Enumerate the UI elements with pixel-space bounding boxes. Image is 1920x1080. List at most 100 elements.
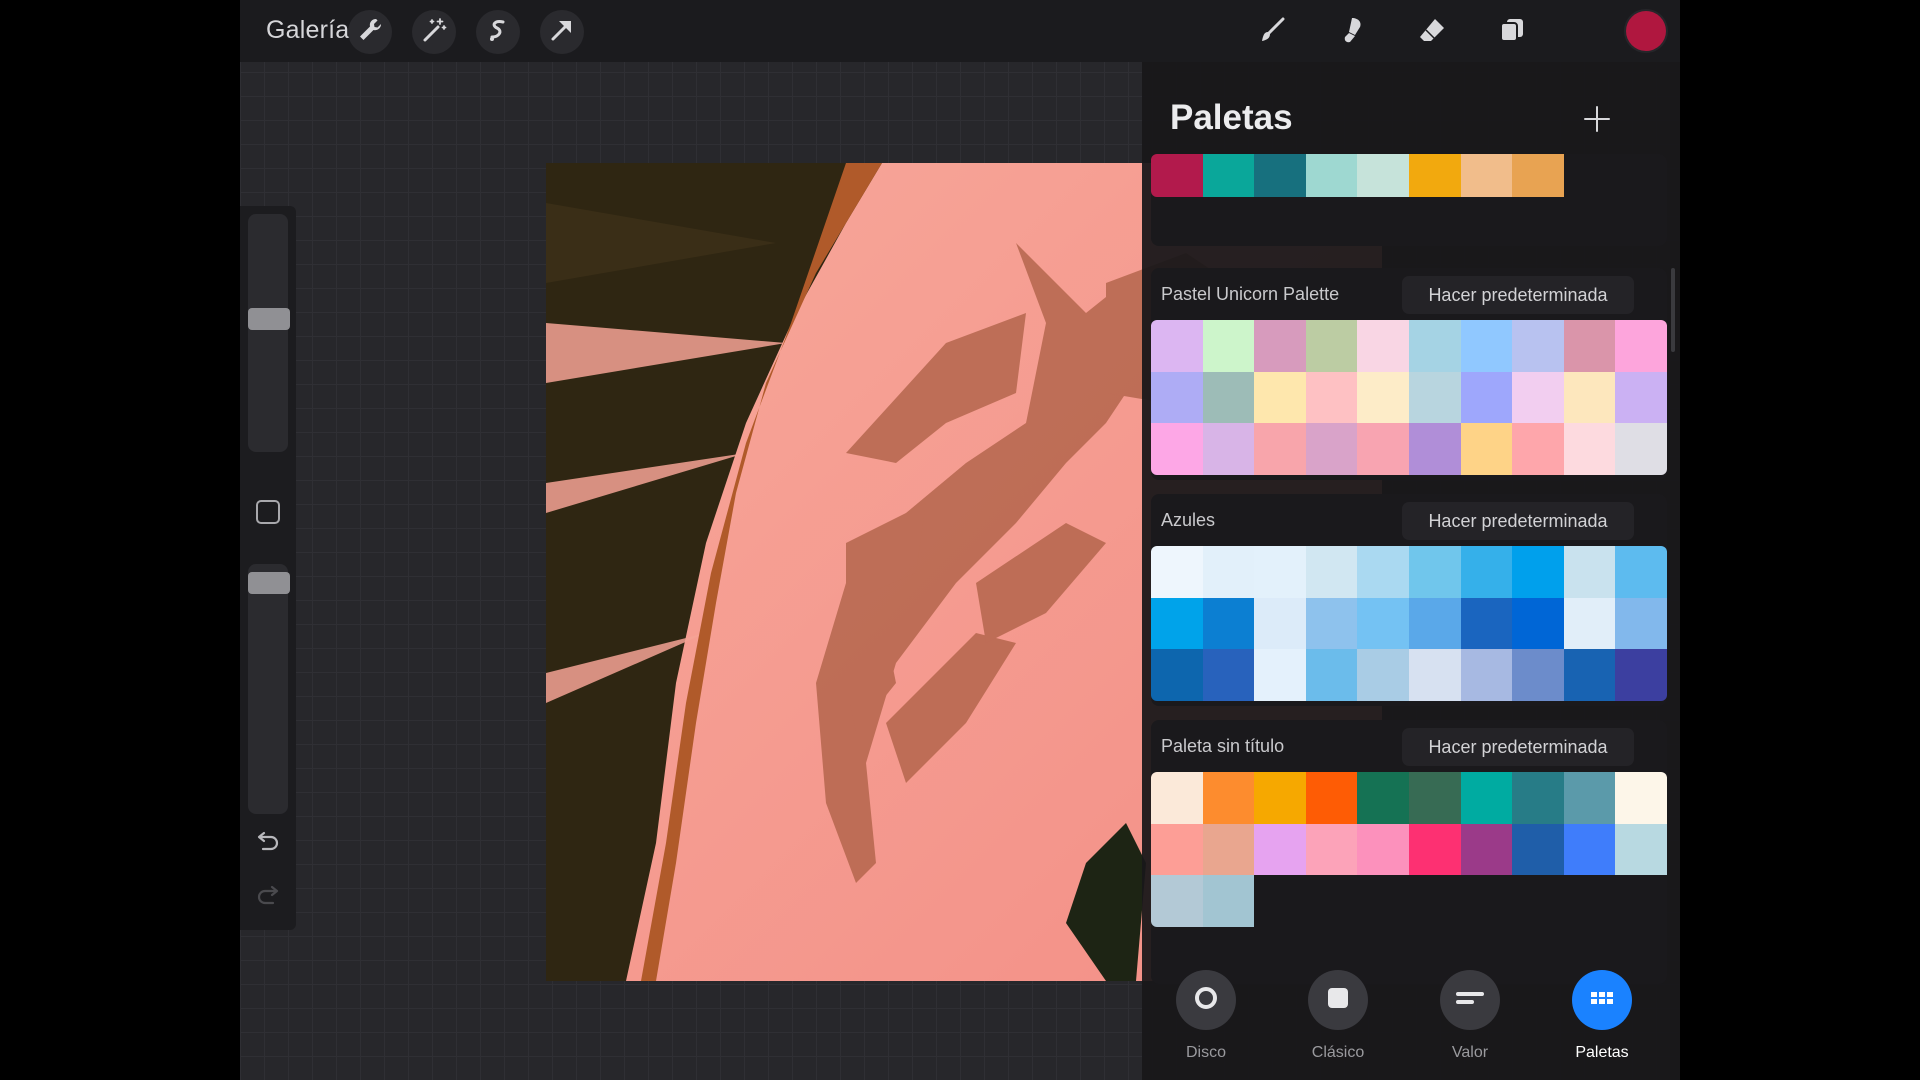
color-swatch[interactable]	[1408, 649, 1461, 701]
color-swatch[interactable]	[1357, 371, 1409, 423]
color-swatch[interactable]	[1615, 371, 1667, 423]
brush-button[interactable]	[1250, 10, 1294, 54]
color-swatch[interactable]	[1151, 371, 1203, 423]
color-swatch[interactable]	[1563, 597, 1616, 649]
color-swatch[interactable]	[1305, 649, 1358, 701]
color-swatch[interactable]	[1563, 546, 1616, 598]
color-swatch[interactable]	[1151, 154, 1203, 197]
color-swatch[interactable]	[1512, 823, 1564, 875]
transform-button[interactable]	[540, 10, 584, 54]
color-swatch[interactable]	[1563, 423, 1616, 475]
color-swatch[interactable]	[1202, 423, 1255, 475]
brush-size-slider[interactable]	[248, 214, 288, 452]
color-swatch[interactable]	[1512, 772, 1564, 824]
color-swatch[interactable]	[1202, 371, 1255, 423]
color-swatch[interactable]	[1305, 823, 1358, 875]
opacity-slider[interactable]	[248, 564, 288, 814]
make-default-button[interactable]: Hacer predeterminada	[1402, 276, 1634, 314]
color-swatch[interactable]	[1254, 154, 1306, 197]
color-swatch[interactable]	[1151, 546, 1203, 598]
color-swatch[interactable]	[1408, 597, 1461, 649]
color-picker-button[interactable]	[1626, 11, 1666, 51]
color-swatch[interactable]	[1460, 320, 1513, 372]
color-swatch[interactable]	[1563, 823, 1616, 875]
color-swatch[interactable]	[1615, 772, 1667, 824]
layers-button[interactable]	[1490, 10, 1534, 54]
color-swatch[interactable]	[1151, 649, 1203, 701]
add-palette-button[interactable]	[1578, 102, 1616, 140]
tab-paletas[interactable]: Paletas	[1542, 970, 1662, 1062]
color-swatch[interactable]	[1305, 320, 1358, 372]
color-swatch[interactable]	[1460, 154, 1513, 197]
color-swatch[interactable]	[1357, 546, 1409, 598]
color-swatch[interactable]	[1254, 772, 1306, 824]
color-swatch[interactable]	[1563, 371, 1616, 423]
color-swatch[interactable]	[1512, 649, 1564, 701]
color-swatch[interactable]	[1151, 772, 1203, 824]
color-swatch[interactable]	[1254, 597, 1306, 649]
color-swatch[interactable]	[1460, 649, 1513, 701]
color-swatch[interactable]	[1615, 597, 1667, 649]
brush-size-knob[interactable]	[248, 308, 290, 330]
tab-valor[interactable]: Valor	[1410, 970, 1530, 1062]
color-swatch[interactable]	[1202, 875, 1255, 927]
color-swatch[interactable]	[1151, 597, 1203, 649]
color-swatch[interactable]	[1460, 772, 1513, 824]
color-swatch[interactable]	[1357, 154, 1409, 197]
tab-clasico[interactable]: Clásico	[1278, 970, 1398, 1062]
color-swatch[interactable]	[1254, 649, 1306, 701]
color-swatch[interactable]	[1615, 823, 1667, 875]
color-swatch[interactable]	[1202, 546, 1255, 598]
color-swatch[interactable]	[1254, 371, 1306, 423]
eraser-button[interactable]	[1410, 10, 1454, 54]
color-swatch[interactable]	[1357, 597, 1409, 649]
color-swatch[interactable]	[1254, 320, 1306, 372]
color-swatch[interactable]	[1512, 546, 1564, 598]
color-swatch[interactable]	[1202, 823, 1255, 875]
color-swatch[interactable]	[1615, 649, 1667, 701]
color-swatch[interactable]	[1254, 823, 1306, 875]
color-swatch[interactable]	[1512, 371, 1564, 423]
color-swatch[interactable]	[1202, 320, 1255, 372]
color-swatch[interactable]	[1460, 371, 1513, 423]
color-swatch[interactable]	[1151, 320, 1203, 372]
color-swatch[interactable]	[1408, 371, 1461, 423]
opacity-knob[interactable]	[248, 572, 290, 594]
color-swatch[interactable]	[1563, 772, 1616, 824]
color-swatch[interactable]	[1563, 320, 1616, 372]
redo-button[interactable]	[252, 884, 284, 912]
color-swatch[interactable]	[1151, 823, 1203, 875]
color-swatch[interactable]	[1202, 649, 1255, 701]
color-swatch[interactable]	[1254, 423, 1306, 475]
actions-button[interactable]	[348, 10, 392, 54]
selection-button[interactable]	[476, 10, 520, 54]
color-swatch[interactable]	[1305, 772, 1358, 824]
modify-button[interactable]	[256, 500, 280, 524]
undo-button[interactable]	[252, 830, 284, 858]
color-swatch[interactable]	[1151, 875, 1203, 927]
color-swatch[interactable]	[1202, 154, 1255, 197]
color-swatch[interactable]	[1615, 320, 1667, 372]
color-swatch[interactable]	[1512, 423, 1564, 475]
gallery-button[interactable]: Galería	[266, 16, 349, 45]
color-swatch[interactable]	[1305, 597, 1358, 649]
color-swatch[interactable]	[1563, 649, 1616, 701]
color-swatch[interactable]	[1305, 546, 1358, 598]
color-swatch[interactable]	[1512, 597, 1564, 649]
smudge-button[interactable]	[1330, 10, 1374, 54]
color-swatch[interactable]	[1512, 154, 1564, 197]
color-swatch[interactable]	[1460, 546, 1513, 598]
color-swatch[interactable]	[1460, 423, 1513, 475]
make-default-button[interactable]: Hacer predeterminada	[1402, 502, 1634, 540]
color-swatch[interactable]	[1305, 423, 1358, 475]
color-swatch[interactable]	[1357, 423, 1409, 475]
adjustments-button[interactable]	[412, 10, 456, 54]
color-swatch[interactable]	[1408, 823, 1461, 875]
color-swatch[interactable]	[1460, 597, 1513, 649]
tab-disco[interactable]: Disco	[1146, 970, 1266, 1062]
color-swatch[interactable]	[1254, 546, 1306, 598]
color-swatch[interactable]	[1357, 772, 1409, 824]
color-swatch[interactable]	[1305, 371, 1358, 423]
color-swatch[interactable]	[1615, 423, 1667, 475]
color-swatch[interactable]	[1202, 772, 1255, 824]
